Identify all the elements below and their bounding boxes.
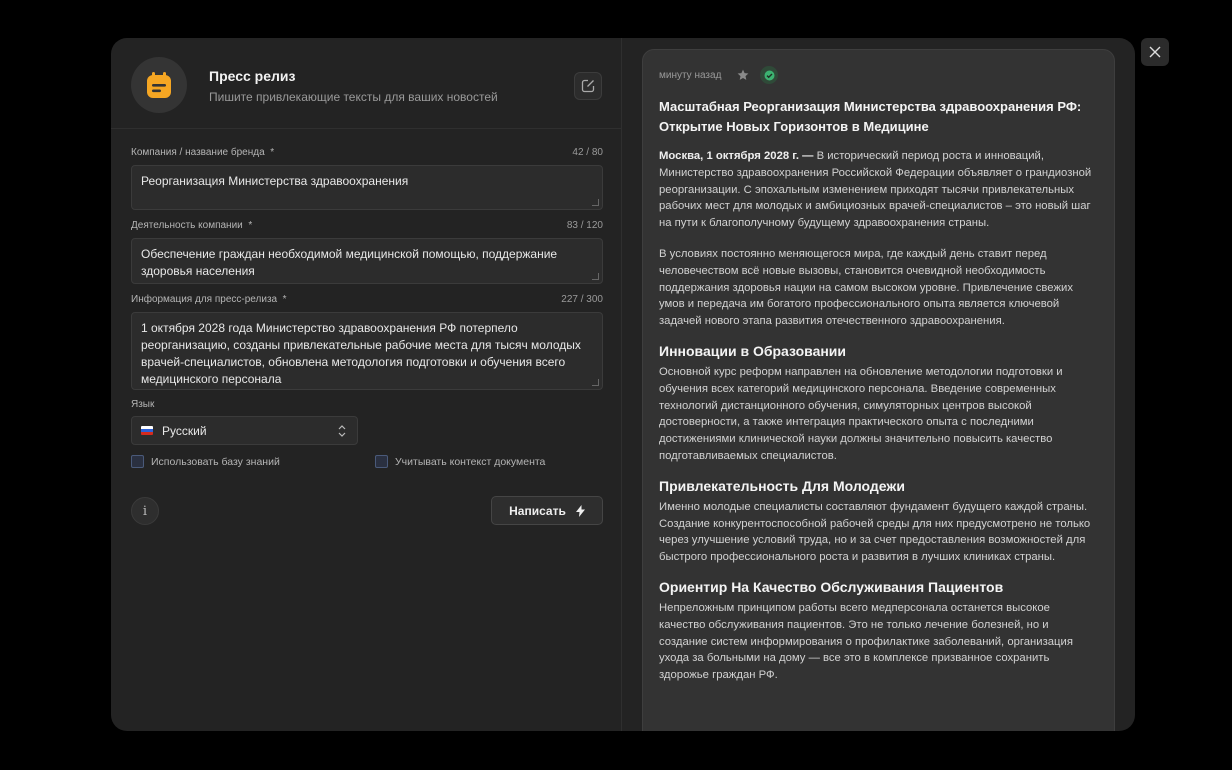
page-title: Пресс релиз [209, 68, 296, 84]
required-mark: * [282, 294, 287, 305]
info-icon: i [142, 503, 148, 519]
article-dateline: Москва, 1 октября 2028 г. — [659, 150, 814, 162]
page-subtitle: Пишите привлекающие тексты для ваших нов… [209, 90, 498, 104]
write-button-label: Написать [509, 503, 566, 518]
article-paragraph: Именно молодые специалисты составляют фу… [659, 500, 1091, 564]
result-meta: минуту назад [659, 66, 1098, 84]
checkbox-box[interactable] [375, 455, 388, 468]
company-input[interactable]: Реорганизация Министерства здравоохранен… [131, 165, 603, 210]
knowledge-base-checkbox[interactable]: Использовать базу знаний [131, 455, 280, 468]
activity-input[interactable]: Обеспечение граждан необходимой медицинс… [131, 238, 603, 284]
result-panel: минуту назад Масштабная Реорганизация Ми… [622, 38, 1135, 731]
check-circle-icon [760, 66, 779, 84]
panel-header: Пресс релиз Пишите привлекающие тексты д… [111, 38, 621, 129]
activity-char-count: 83 / 120 [566, 220, 603, 231]
article-paragraph: Непреложным принципом работы всего медпе… [659, 601, 1073, 682]
close-icon [1149, 46, 1161, 58]
article-heading: Привлекательность Для Молодежи [659, 477, 905, 494]
activity-label: Деятельность компании [131, 220, 243, 231]
doc-context-checkbox[interactable]: Учитывать контекст документа [375, 455, 545, 468]
doc-context-label: Учитывать контекст документа [395, 455, 546, 468]
result-card: минуту назад Масштабная Реорганизация Ми… [642, 49, 1115, 731]
language-label: Язык [131, 399, 155, 410]
article-paragraph: В условиях постоянно меняющегося мира, г… [659, 247, 1073, 328]
required-mark: * [270, 147, 275, 158]
article-paragraph: Основной курс реформ направлен на обновл… [659, 365, 1063, 462]
info-input[interactable]: 1 октября 2028 года Министерство здравоо… [131, 312, 603, 390]
russia-flag-icon [141, 426, 153, 435]
form-panel: Пресс релиз Пишите привлекающие тексты д… [111, 38, 622, 731]
write-button[interactable]: Написать [491, 496, 603, 525]
article-heading: Ориентир На Качество Обслуживания Пациен… [659, 578, 1004, 595]
company-label: Компания / название бренда [131, 147, 265, 158]
chevron-up-down-icon [338, 425, 346, 437]
info-field: Информация для пресс-релиза * 227 / 300 … [131, 294, 603, 390]
press-release-modal: Пресс релиз Пишите привлекающие тексты д… [111, 38, 1135, 731]
result-timestamp: минуту назад [659, 69, 722, 81]
article-lead: Москва, 1 октября 2028 г. — В историческ… [659, 148, 1098, 232]
close-button[interactable] [1141, 38, 1169, 66]
language-select[interactable]: Русский [131, 416, 358, 445]
checkbox-box[interactable] [131, 455, 144, 468]
info-char-count: 227 / 300 [561, 294, 603, 305]
star-icon[interactable] [737, 69, 749, 81]
edit-icon [581, 79, 595, 93]
info-label: Информация для пресс-релиза [131, 294, 278, 305]
article-heading: Инновации в Образовании [659, 342, 847, 359]
info-button[interactable]: i [131, 497, 159, 525]
activity-field: Деятельность компании * 83 / 120 Обеспеч… [131, 220, 603, 284]
app-icon [131, 57, 187, 113]
lightning-icon [575, 504, 585, 517]
company-field: Компания / название бренда * 42 / 80 Рео… [131, 147, 603, 210]
language-value: Русский [162, 423, 207, 438]
knowledge-base-label: Использовать базу знаний [151, 455, 280, 468]
required-mark: * [248, 220, 253, 231]
new-draft-button[interactable] [574, 72, 602, 100]
company-char-count: 42 / 80 [572, 147, 603, 158]
calendar-icon [147, 72, 171, 98]
article-title: Масштабная Реорганизация Министерства зд… [659, 99, 1082, 134]
